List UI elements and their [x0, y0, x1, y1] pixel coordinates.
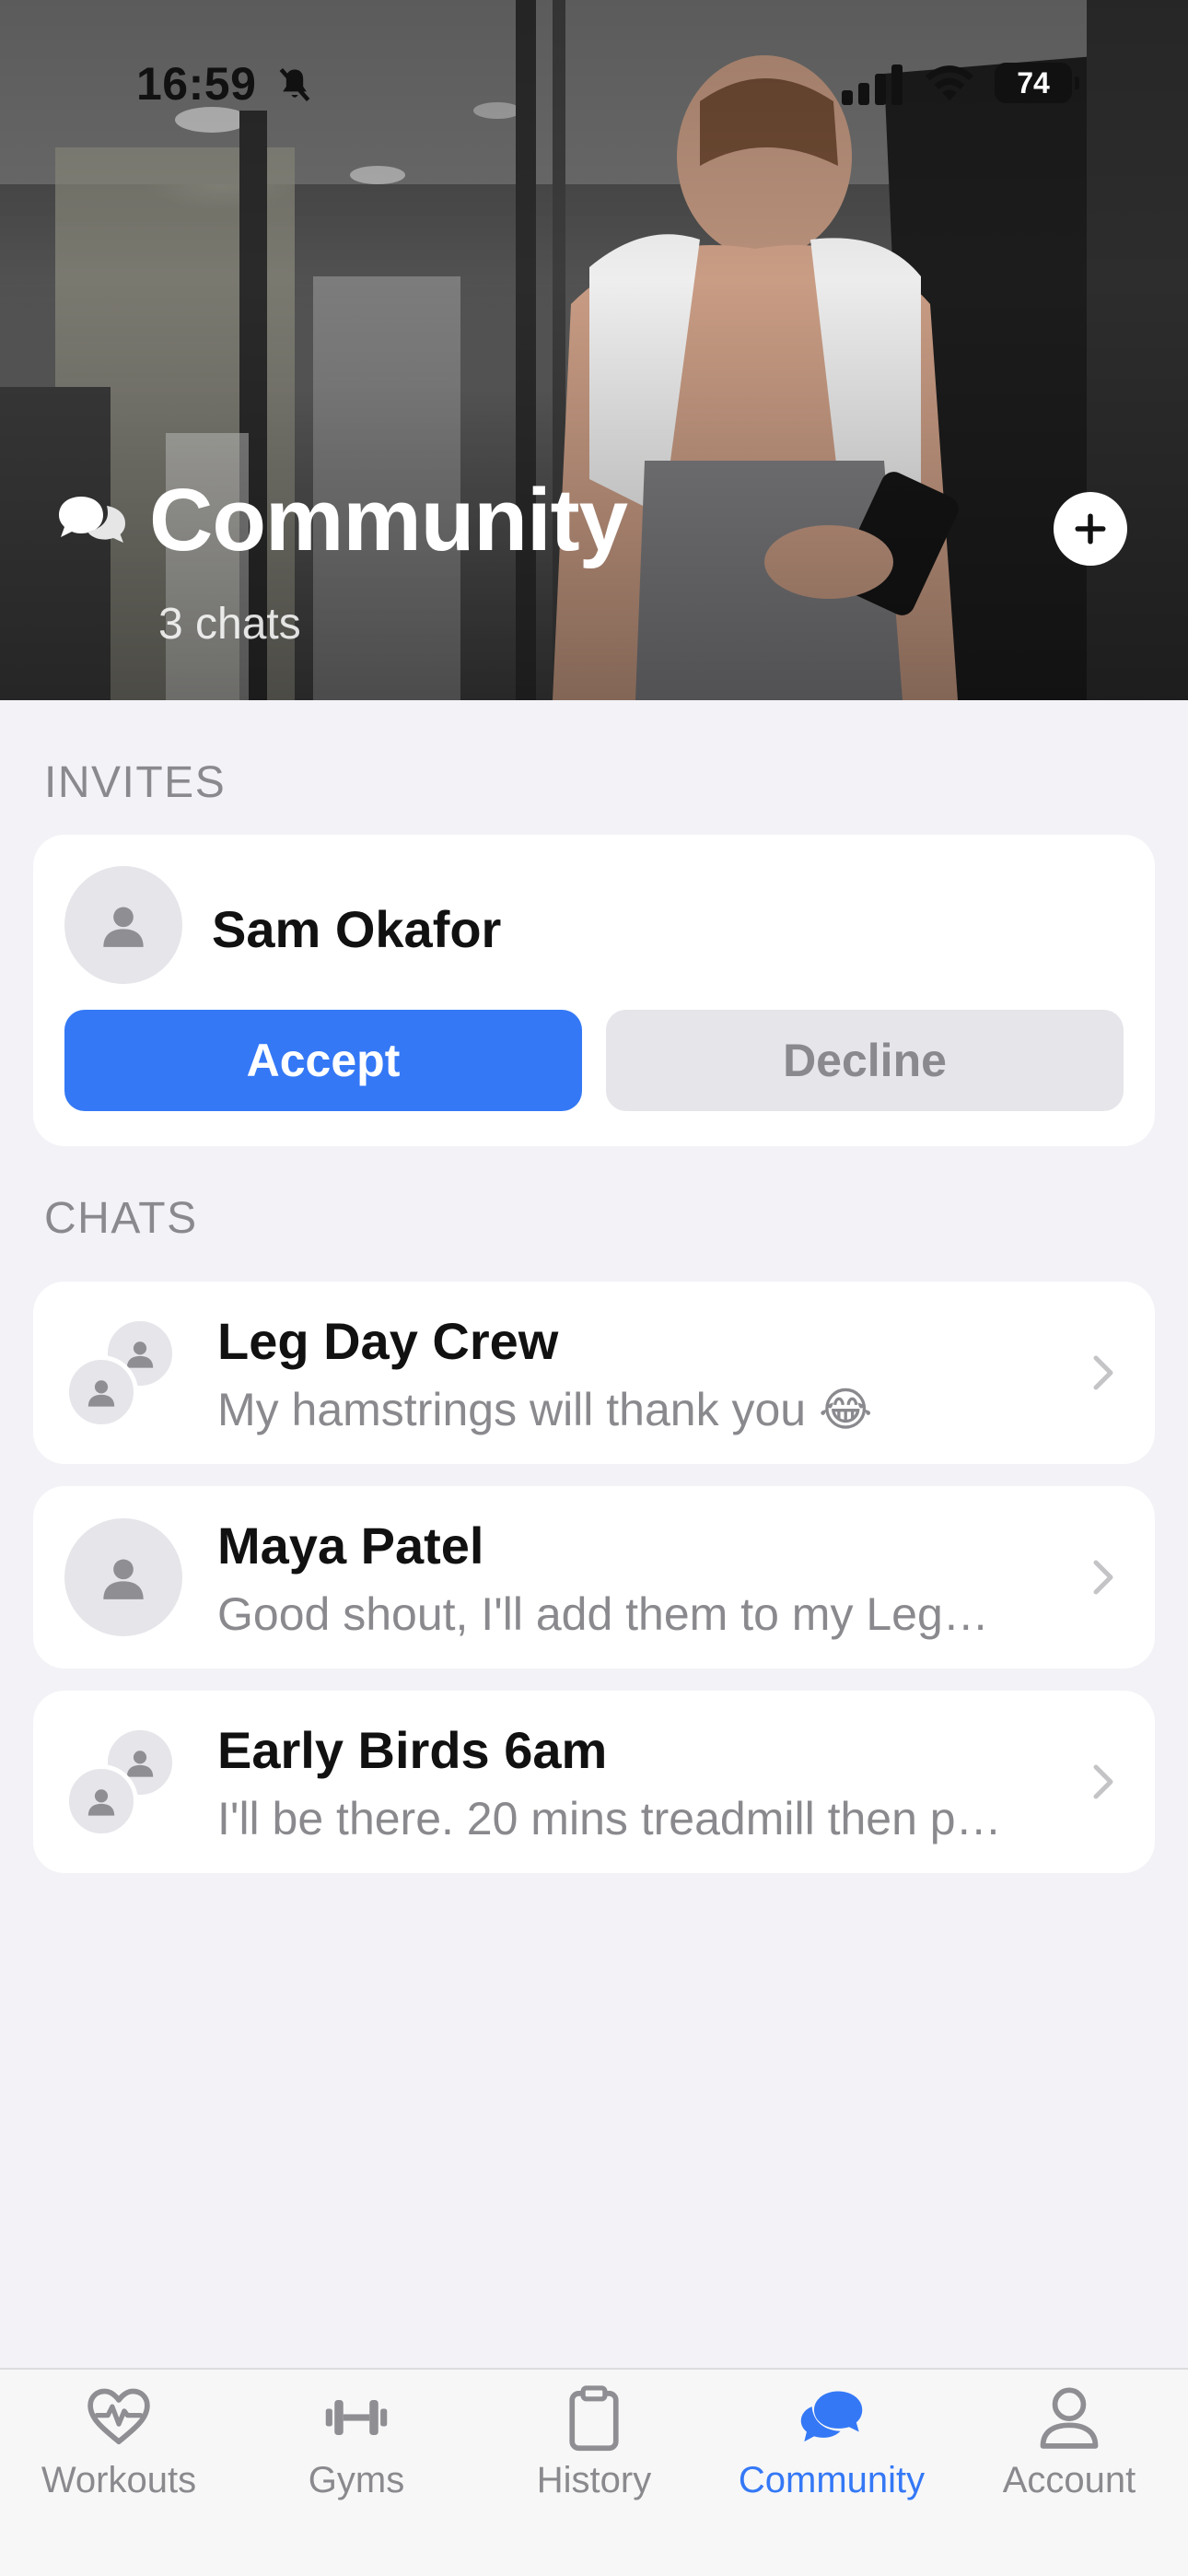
- chat-preview: My hamstrings will thank you 😂: [217, 1384, 873, 1435]
- wifi-icon: [925, 65, 974, 101]
- tab-bar: Workouts Gyms History Community Account: [0, 2368, 1188, 2576]
- avatar: [64, 866, 182, 984]
- invites-section-header: INVITES: [44, 758, 227, 807]
- new-chat-button[interactable]: [1054, 492, 1127, 566]
- dumbbell-icon: [325, 2400, 388, 2435]
- clipboard-icon: [569, 2385, 619, 2452]
- tab-gyms[interactable]: Gyms: [238, 2370, 475, 2554]
- group-avatar-front: [64, 1764, 138, 1838]
- bell-off-icon: [279, 67, 310, 102]
- plus-icon: [1075, 513, 1106, 544]
- chat-preview: Good shout, I'll add them to my Leg…: [217, 1588, 989, 1640]
- battery-indicator: 74: [995, 63, 1079, 103]
- decline-invite-button[interactable]: Decline: [606, 1010, 1124, 1111]
- person-icon: [1040, 2387, 1099, 2449]
- invite-card: Sam Okafor Accept Decline: [33, 835, 1155, 1146]
- chat-bubbles-icon: [800, 2391, 863, 2442]
- chat-row-maya-patel[interactable]: Maya Patel Good shout, I'll add them to …: [33, 1486, 1155, 1669]
- chat-preview: I'll be there. 20 mins treadmill then p…: [217, 1793, 1002, 1844]
- tab-label: Account: [1002, 2460, 1136, 2500]
- chat-title: Leg Day Crew: [217, 1312, 559, 1370]
- tab-label: Workouts: [41, 2460, 197, 2500]
- chat-bubbles-icon: [59, 497, 125, 543]
- chats-section-header: CHATS: [44, 1194, 198, 1243]
- person-icon: [87, 1789, 115, 1816]
- tab-workouts[interactable]: Workouts: [0, 2370, 238, 2554]
- tab-community[interactable]: Community: [713, 2370, 950, 2554]
- person-icon: [103, 1559, 144, 1599]
- person-icon: [87, 1380, 115, 1407]
- chat-row-early-birds-6am[interactable]: Early Birds 6am I'll be there. 20 mins t…: [33, 1691, 1155, 1873]
- invite-sender-name: Sam Okafor: [212, 900, 502, 958]
- status-time: 16:59: [136, 58, 257, 110]
- chevron-right-icon: [1093, 1355, 1113, 1390]
- person-icon: [103, 907, 144, 947]
- status-bar: 16:59 74: [0, 0, 1188, 166]
- tab-label: Gyms: [308, 2460, 405, 2500]
- tab-account[interactable]: Account: [950, 2370, 1188, 2554]
- battery-level: 74: [1017, 65, 1050, 100]
- chat-title: Early Birds 6am: [217, 1721, 608, 1779]
- tab-label: Community: [738, 2460, 926, 2500]
- accept-invite-button[interactable]: Accept: [64, 1010, 582, 1111]
- group-avatar-front: [64, 1355, 138, 1429]
- page-title-row: Community: [55, 470, 628, 571]
- chevron-right-icon: [1093, 1560, 1113, 1595]
- person-icon: [126, 1751, 154, 1777]
- tab-history[interactable]: History: [475, 2370, 713, 2554]
- person-icon: [126, 1341, 154, 1368]
- chat-count: 3 chats: [158, 600, 301, 649]
- chat-title: Maya Patel: [217, 1516, 484, 1575]
- chat-row-leg-day-crew[interactable]: Leg Day Crew My hamstrings will thank yo…: [33, 1282, 1155, 1464]
- cellular-signal-icon: [842, 64, 903, 105]
- heart-pulse-icon: [87, 2388, 150, 2444]
- tab-label: History: [536, 2460, 652, 2500]
- page-title: Community: [149, 471, 628, 569]
- avatar: [64, 1518, 182, 1636]
- chevron-right-icon: [1093, 1764, 1113, 1799]
